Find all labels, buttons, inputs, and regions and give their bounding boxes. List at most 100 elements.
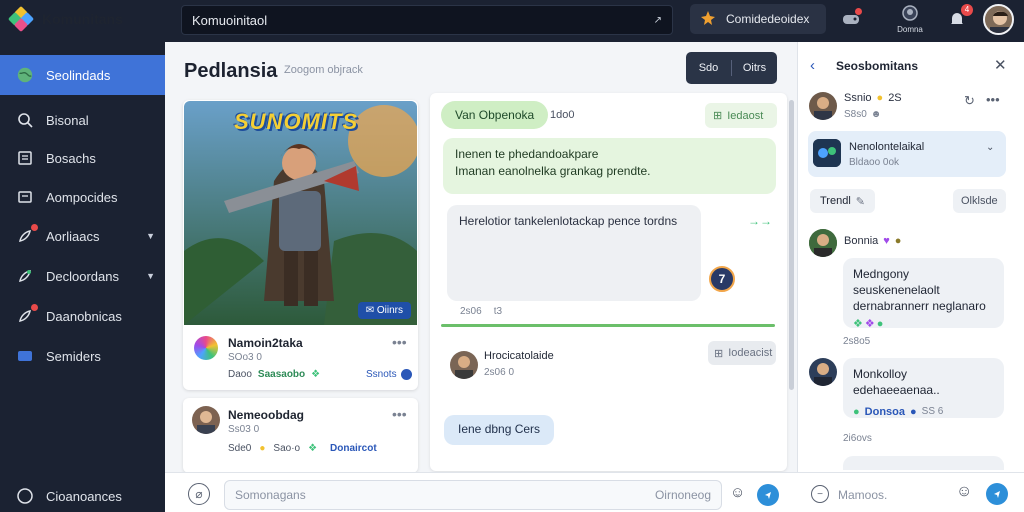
message-input[interactable]: Somonagans Oirnoneog [224,480,722,510]
message-tag[interactable]: Donsoa [865,404,905,420]
expand-arrow-icon[interactable]: ↗ [654,15,662,26]
close-icon[interactable]: ✕ [994,56,1007,74]
attach-icon[interactable]: ⌀ [188,483,210,505]
reaction-icons[interactable]: ❖❖● [853,316,994,332]
sidebar-item-bisonal[interactable]: Bisonal [0,100,165,140]
app-brand[interactable]: Komunitans [7,5,123,33]
timestamp: 2s8o5 [843,336,871,347]
chevron-down-icon[interactable]: ▼ [146,231,155,241]
user-avatar[interactable] [809,229,837,257]
sidebar-item-decloordans[interactable]: Decloordans ▼ [0,256,165,296]
notification-dot [855,8,862,15]
post-username[interactable]: Hrocicatolaide [484,350,554,362]
sidebar-item-label: Bosachs [46,150,96,166]
card-footer-tag[interactable]: Saasaobo [258,369,305,380]
send-icon [994,491,1000,498]
send-icon [765,492,771,499]
sidebar-item-label: Seolindads [46,67,111,83]
bell-icon[interactable]: 4 [944,4,973,32]
game-controller-icon[interactable] [838,6,864,32]
chevron-down-icon[interactable]: ⌄ [986,142,994,153]
leaf-icon: ❖ [311,369,321,380]
user-avatar[interactable] [450,351,478,379]
sidebar-item-label: Semiders [46,348,101,364]
card-footer-link[interactable]: Ssnots [366,369,412,380]
channel-pill[interactable]: Van Obpenoka [441,101,549,129]
panel-username[interactable]: Bonnia [844,235,878,247]
post-meta: 2s06 0 [484,367,515,378]
panel-input[interactable]: Mamoos. [838,488,887,502]
sidebar-item-bosachs[interactable]: Bosachs [0,138,165,178]
emoji-icon[interactable]: ☺ [956,483,972,501]
sidebar-item-semiders[interactable]: Semiders [0,336,165,376]
user-avatar[interactable] [983,4,1014,35]
message-input-placeholder: Somonagans [235,488,306,502]
refresh-icon[interactable]: ↻ [964,93,975,109]
trend-chip-label: Trendl [820,195,851,207]
leaf-icon: ❖ [308,443,318,454]
add-icon[interactable]: − [811,485,829,503]
sidebar-footer-item[interactable]: Cioanoances [0,476,165,512]
panel-message-bubble: Medngony seuskenenelaolt dernabrannerr n… [843,258,1004,330]
trend-chip[interactable]: Trendl ✎ [810,189,875,213]
feed-scrollbar[interactable] [789,100,794,390]
message-count: t3 [493,306,503,317]
back-arrow-icon[interactable]: ‹ [810,57,815,74]
toggle-left[interactable]: Sdo [686,62,731,74]
search-input[interactable]: Komuoinitaol ↗ [181,5,673,35]
group-meta: Bldaoo 0ok [849,157,900,168]
user-avatar[interactable] [192,406,220,434]
app-title: Komunitans [42,11,123,27]
filter-chip[interactable]: Olklsde [953,189,1006,213]
sidebar-item-seolindads[interactable]: Seolindads [0,55,165,95]
page-title: Pedlansia [184,60,278,82]
more-options-icon[interactable]: ••• [392,406,407,422]
rocket-icon [16,304,38,325]
sidebar-item-label: Bisonal [46,112,89,128]
more-options-icon[interactable]: ••• [986,92,1000,107]
sidebar-item-aompocides[interactable]: Aompocides [0,177,165,217]
group-thumbnail [813,139,841,167]
profile-menu[interactable]: Domna [896,4,924,38]
community-button[interactable]: Comidedeoidex [690,4,826,34]
label-chip[interactable]: ⊞ Iedaost [705,103,777,128]
card-footer-link[interactable]: Donaircot [330,443,377,454]
user-avatar[interactable] [194,336,218,360]
message-line-2: Imanan eanolnelka grankag prendte. [455,164,651,178]
panel-user-row: Ssnio ● 2S [844,92,902,104]
chevron-down-icon[interactable]: ▼ [146,271,155,281]
panel-username[interactable]: Ssnio [844,92,872,104]
message-meta: SS 6 [921,406,944,417]
card-username[interactable]: Namoin2taka [228,336,303,350]
channel-count: 1do0 [550,109,575,121]
share-arrows[interactable]: →→ [748,214,772,228]
message-meta: 2s06 t3 [460,306,502,317]
message-text: Monkolloy edehaeeaenaa.. [853,367,940,397]
more-options-icon[interactable]: ••• [392,334,407,350]
card-username[interactable]: Nemeoobdag [228,408,304,422]
emoji-icon[interactable]: ☺ [730,484,745,501]
community-button-label: Comidedeoidex [726,12,810,26]
user-avatar[interactable] [809,92,837,120]
page-subtitle: Zoogom objrack [284,64,363,76]
notification-count: 4 [961,4,973,16]
reaction-badge-icon[interactable]: 7 [709,266,735,292]
label-chip[interactable]: ⊞ Iodeacist [708,341,776,365]
send-button[interactable] [986,483,1008,505]
profile-label: Domna [897,25,923,34]
rectangle-icon [16,347,34,365]
app-logo-icon [7,5,35,33]
search-icon [16,111,34,129]
game-tag-badge[interactable]: ✉ Oiinrs [357,302,411,319]
sidebar-item-daanobnicas[interactable]: Daanobnicas [0,296,165,336]
sidebar-item-label: Daanobnicas [46,308,122,324]
card-footer: Daoo Saasaobo ❖ [228,369,320,380]
user-avatar[interactable] [809,358,837,386]
send-button[interactable] [757,484,779,506]
view-toggle[interactable]: Sdo Oitrs [686,52,777,84]
toggle-right[interactable]: Oitrs [732,62,777,74]
message-timestamp: 2s06 [460,306,482,317]
tag-icon: ⊞ [713,110,723,122]
sidebar-item-aorliaacs[interactable]: Aorliaacs ▼ [0,216,165,256]
game-cover-image[interactable]: SUNOMITS ✉ Oiinrs [184,101,417,325]
